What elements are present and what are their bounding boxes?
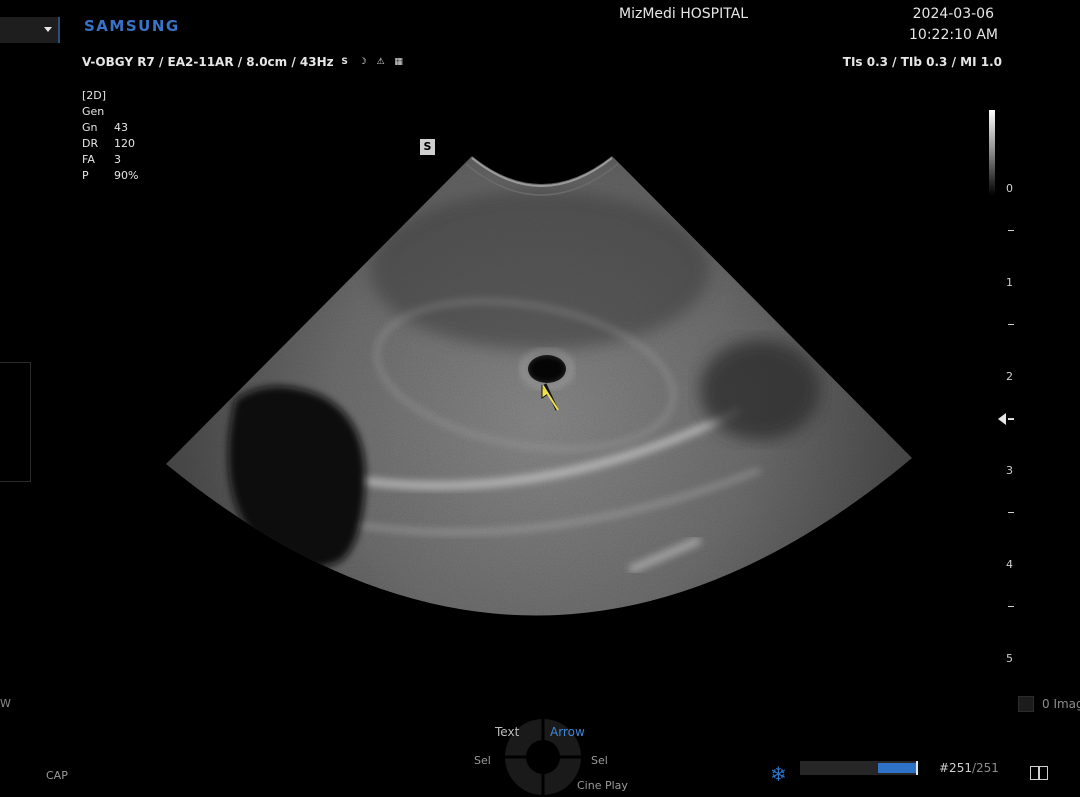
param-row: P 90% (82, 168, 138, 184)
brand-logo: SAMSUNG (84, 17, 180, 35)
focus-line (1008, 419, 1014, 420)
annotation-arrow-icon[interactable] (541, 383, 559, 411)
exam-time: 10:22:10 AM (909, 27, 998, 43)
probe-info: V-OBGY R7 / EA2-11AR / 8.0cm / 43Hz (82, 55, 334, 69)
imaging-params: [2D] Gen Gn 43 DR 120 FA 3 P 90% (82, 88, 138, 184)
freeze-snowflake-icon[interactable]: ❄ (770, 764, 787, 784)
total-frames: /251 (971, 761, 999, 775)
param-value: 120 (114, 137, 135, 150)
image-count-label: 0 Imag (1042, 697, 1080, 711)
param-row: Gn 43 (82, 120, 138, 136)
depth-tick (1008, 230, 1014, 231)
depth-tick (1008, 324, 1014, 325)
param-key: Gn (82, 121, 98, 134)
focus-marker-icon[interactable] (998, 413, 1006, 425)
exam-date: 2024-03-06 (912, 6, 994, 22)
depth-label: 2 (1006, 370, 1013, 383)
cine-scrollbar[interactable] (800, 761, 918, 775)
depth-label: 3 (1006, 464, 1013, 477)
ultrasound-image (166, 156, 912, 616)
param-value: 90% (114, 169, 139, 182)
param-row: FA 3 (82, 152, 138, 168)
s-mark-icon: S (341, 56, 348, 67)
side-panel[interactable] (0, 362, 31, 482)
chart-icon: ▦ (394, 56, 403, 67)
depth-label: 4 (1006, 558, 1013, 571)
depth-label: 1 (1006, 276, 1013, 289)
softkey-sel-right[interactable]: Sel (591, 754, 608, 767)
cine-cursor[interactable] (916, 761, 918, 775)
preset-label: Gen (82, 105, 105, 118)
side-panel-label: W (0, 697, 11, 710)
param-key: FA (82, 153, 95, 166)
depth-tick (1008, 606, 1014, 607)
param-value: 3 (114, 153, 121, 166)
hospital-name: MizMedi HOSPITAL (619, 6, 749, 22)
softkey-sel-left[interactable]: Sel (474, 754, 491, 767)
mode-label: [2D] (82, 89, 107, 102)
param-value: 43 (114, 121, 128, 134)
frame-counter: #251/251 (939, 761, 999, 775)
warning-icon: ⚠ (376, 56, 385, 67)
cap-label: CAP (46, 769, 68, 782)
orientation-marker: S (420, 139, 435, 155)
depth-tick (1008, 512, 1014, 513)
ultrasound-screen: SAMSUNG MizMedi HOSPITAL 2024-03-06 10:2… (0, 0, 1080, 797)
probe-info-bar: V-OBGY R7 / EA2-11AR / 8.0cm / 43Hz S ☽ … (82, 55, 406, 69)
param-key: DR (82, 137, 99, 150)
softkey-cine-play[interactable]: Cine Play (577, 779, 628, 792)
dual-view-icon[interactable] (1030, 766, 1048, 780)
depth-label: 5 (1006, 652, 1013, 665)
param-row: DR 120 (82, 136, 138, 152)
cine-progress-fill (878, 763, 916, 773)
param-key: P (82, 169, 89, 182)
image-count[interactable]: 0 Imag (1018, 696, 1080, 712)
fetus-icon: ☽ (358, 56, 367, 67)
image-select-checkbox[interactable] (1018, 696, 1034, 712)
grayscale-bar (989, 110, 995, 195)
current-frame: #251 (939, 761, 972, 775)
softkey-arrow[interactable]: Arrow (550, 725, 585, 739)
chevron-down-icon (44, 27, 52, 32)
depth-label: 0 (1006, 182, 1013, 195)
depth-scale: 0 1 2 3 4 5 (1000, 180, 1030, 670)
safety-indices: TIs 0.3 / TIb 0.3 / MI 1.0 (842, 55, 1002, 69)
softkey-text[interactable]: Text (495, 725, 519, 739)
preset-dropdown[interactable] (0, 17, 60, 43)
